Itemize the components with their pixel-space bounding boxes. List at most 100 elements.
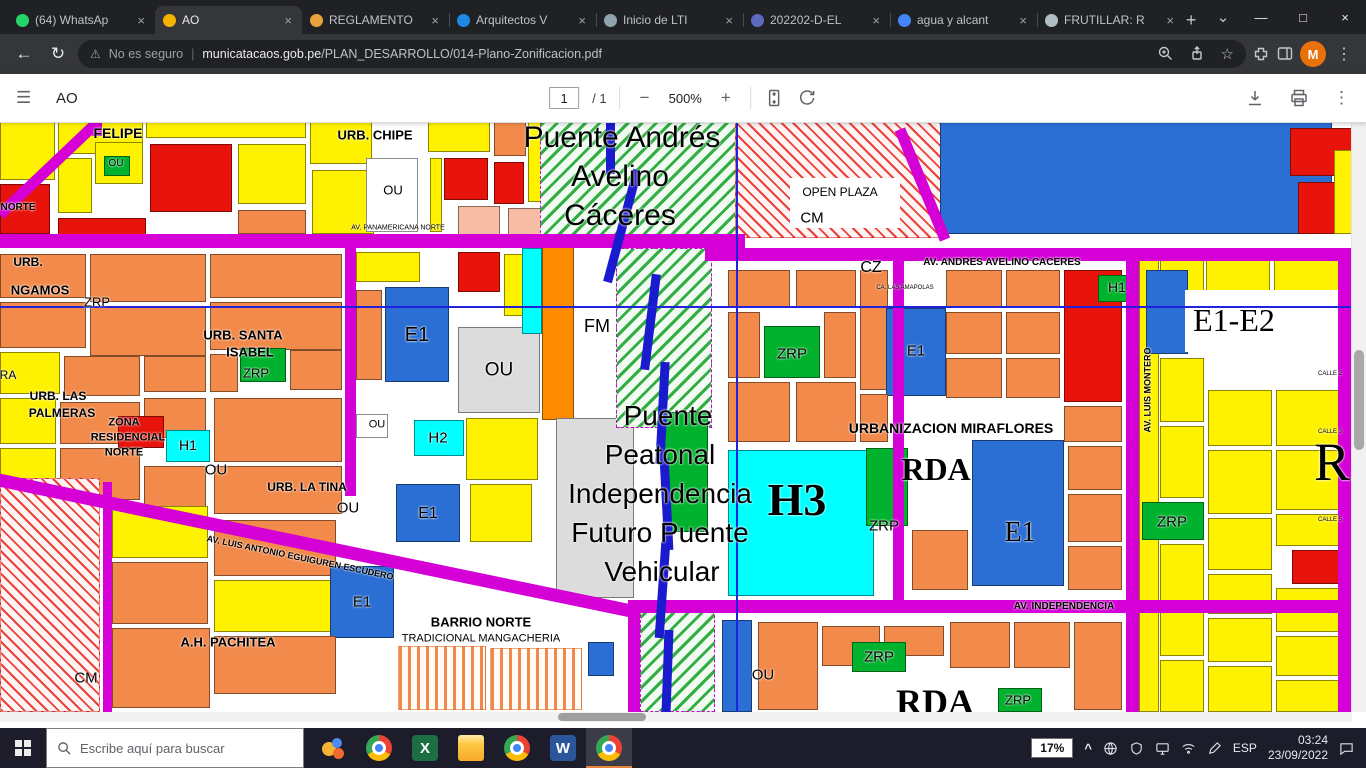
map-zone — [0, 306, 1352, 308]
map-label: FELIPE — [93, 126, 142, 140]
pdf-menu-icon[interactable]: ☰ — [16, 88, 42, 108]
window-minimize-button[interactable]: — — [1240, 0, 1282, 34]
start-button[interactable] — [0, 728, 46, 768]
horizontal-scrollbar-thumb[interactable] — [558, 713, 646, 721]
tab-close-icon[interactable]: × — [576, 13, 588, 28]
print-icon[interactable] — [1289, 88, 1309, 108]
taskbar-app-excel[interactable]: X — [402, 728, 448, 768]
map-zone — [946, 358, 1002, 398]
browser-tab[interactable]: agua y alcant× — [890, 6, 1037, 34]
toolbar-divider — [620, 87, 621, 109]
url-path: /PLAN_DESARROLLO/014-Plano-Zonificacion.… — [321, 47, 602, 61]
side-panel-icon[interactable] — [1276, 45, 1294, 63]
taskbar-clock[interactable]: 03:24 23/09/2022 — [1268, 733, 1328, 763]
tab-close-icon[interactable]: × — [870, 13, 882, 28]
map-label: Avelino — [571, 162, 669, 192]
window-maximize-button[interactable]: □ — [1282, 0, 1324, 34]
browser-menu-icon[interactable]: ⋮ — [1332, 44, 1356, 64]
tab-close-icon[interactable]: × — [1164, 13, 1176, 28]
extensions-puzzle-icon[interactable] — [1252, 45, 1270, 63]
pen-icon[interactable] — [1207, 741, 1222, 756]
map-label: ZRP — [1157, 515, 1187, 530]
map-zone — [345, 246, 356, 496]
browser-tab[interactable]: Inicio de LTI× — [596, 6, 743, 34]
map-label: URB. LAS — [30, 390, 87, 402]
tab-label: AO — [182, 13, 276, 27]
map-zone — [1006, 270, 1060, 308]
notifications-icon[interactable] — [1339, 741, 1354, 756]
tab-favicon — [604, 14, 617, 27]
map-label: Futuro Puente — [571, 519, 748, 547]
map-zone — [630, 600, 1352, 613]
battery-indicator[interactable]: 17% — [1031, 738, 1073, 758]
map-zone — [796, 270, 856, 308]
map-label: RDA — [896, 684, 974, 712]
taskbar-search[interactable]: Escribe aquí para buscar — [46, 728, 304, 768]
share-icon[interactable] — [1189, 45, 1207, 63]
browser-tab[interactable]: REGLAMENTO× — [302, 6, 449, 34]
tab-close-icon[interactable]: × — [282, 13, 294, 28]
bookmark-star-icon[interactable]: ☆ — [1221, 45, 1234, 63]
tab-close-icon[interactable]: × — [1017, 13, 1029, 28]
pdf-more-icon[interactable]: ⋮ — [1333, 88, 1350, 108]
tab-close-icon[interactable]: × — [135, 13, 147, 28]
rotate-icon[interactable] — [797, 88, 817, 108]
map-label: R — [1314, 435, 1350, 489]
tab-favicon — [457, 14, 470, 27]
zoom-icon[interactable] — [1157, 45, 1175, 63]
browser-tab[interactable]: FRUTILLAR: R× — [1037, 6, 1184, 34]
map-zone — [1160, 358, 1204, 422]
back-icon[interactable]: ← — [10, 40, 38, 68]
network-globe-icon[interactable] — [1103, 741, 1118, 756]
download-icon[interactable] — [1245, 88, 1265, 108]
tab-close-icon[interactable]: × — [429, 13, 441, 28]
url-field[interactable]: ⚠ No es seguro | municatacaos.gob.pe/PLA… — [78, 40, 1246, 68]
browser-tab[interactable]: AO × — [155, 6, 302, 34]
profile-avatar[interactable]: M — [1300, 41, 1326, 67]
map-zone — [1208, 450, 1272, 514]
tab-search-chevron-icon[interactable]: ⌄ — [1206, 0, 1240, 34]
reload-icon[interactable]: ↻ — [44, 40, 72, 68]
taskbar-app-explorer[interactable] — [448, 728, 494, 768]
map-zone — [1068, 494, 1122, 542]
security-shield-icon[interactable] — [1129, 741, 1144, 756]
map-label: OU — [369, 420, 386, 431]
zoom-in-button[interactable]: + — [715, 88, 737, 108]
display-icon[interactable] — [1155, 741, 1170, 756]
browser-tab[interactable]: (64) WhatsAp× — [8, 6, 155, 34]
map-label: TRADICIONAL MANGACHERIA — [402, 634, 561, 645]
map-label: Independencia — [568, 480, 752, 508]
browser-tab[interactable]: Arquitectos V× — [449, 6, 596, 34]
taskbar-app-people[interactable] — [310, 728, 356, 768]
browser-tab[interactable]: 202202-D-EL× — [743, 6, 890, 34]
tab-strip: (64) WhatsAp×AO×REGLAMENTO×Arquitectos V… — [8, 6, 1176, 34]
horizontal-scrollbar[interactable] — [0, 712, 1352, 722]
taskbar-app-word[interactable]: W — [540, 728, 586, 768]
map-label: CM — [74, 671, 97, 686]
security-warning-icon[interactable]: ⚠ — [90, 47, 101, 61]
tray-expand-icon[interactable]: ^ — [1084, 741, 1092, 756]
tab-close-icon[interactable]: × — [723, 13, 735, 28]
vertical-scrollbar[interactable] — [1351, 122, 1366, 712]
chrome-icon — [596, 735, 622, 761]
map-label: CM — [800, 211, 823, 226]
map-zone — [728, 312, 760, 378]
map-label: URB. — [13, 256, 42, 268]
map-zone — [144, 356, 206, 392]
language-indicator[interactable]: ESP — [1233, 741, 1257, 755]
map-zone — [1068, 546, 1122, 590]
vertical-scrollbar-thumb[interactable] — [1354, 350, 1364, 450]
zoom-out-button[interactable]: − — [634, 88, 656, 108]
wifi-icon[interactable] — [1181, 741, 1196, 756]
taskbar-app-chrome[interactable] — [586, 728, 632, 768]
taskbar-app-chrome[interactable] — [356, 728, 402, 768]
map-zone — [940, 122, 1332, 234]
page-number-input[interactable]: 1 — [549, 87, 579, 109]
taskbar-app-chrome[interactable] — [494, 728, 540, 768]
pdf-viewport[interactable]: Puente AndrésAvelinoCáceresPuentePeatona… — [0, 122, 1366, 728]
map-zone — [398, 646, 486, 710]
map-zone — [542, 244, 574, 420]
fit-page-icon[interactable] — [764, 88, 784, 108]
map-label: AV. ANDRES AVELINO CACERES — [923, 258, 1080, 268]
window-close-button[interactable]: × — [1324, 0, 1366, 34]
